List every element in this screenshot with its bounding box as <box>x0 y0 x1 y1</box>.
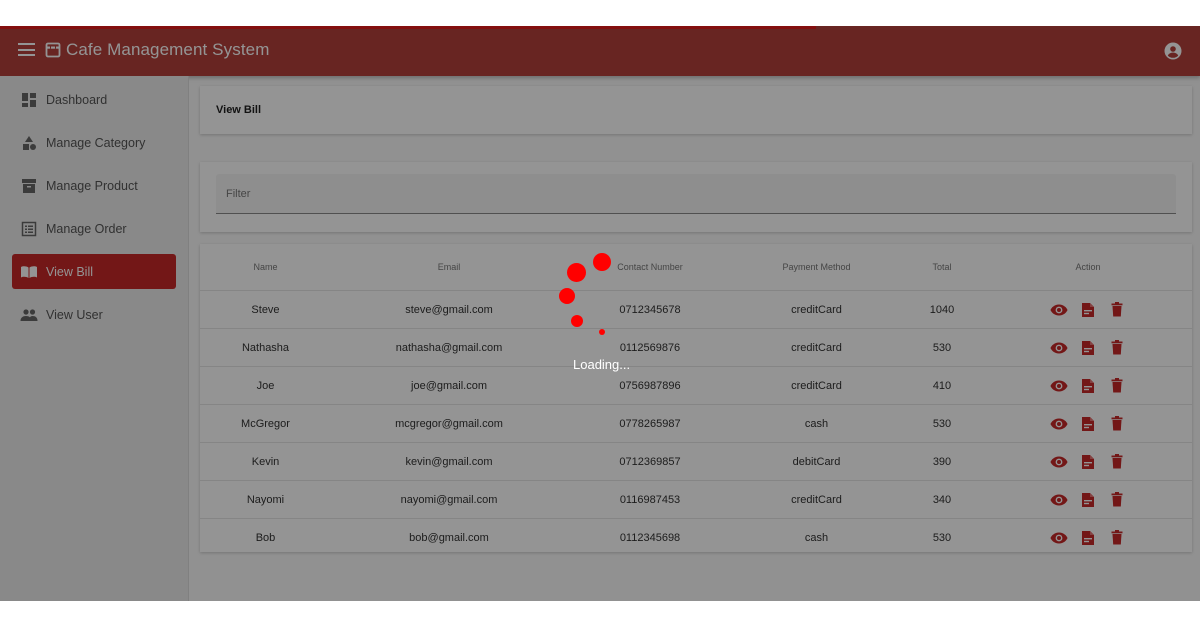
spinner-dot <box>567 263 586 282</box>
spinner-dot <box>559 288 575 304</box>
loading-text: Loading... <box>573 357 631 372</box>
loading-overlay: Loading... <box>0 26 1200 601</box>
app-container: Cafe Management System Dashboard Manage … <box>0 26 1200 601</box>
spinner-dot <box>571 315 583 327</box>
spinner-dot <box>593 253 611 271</box>
spinner-dot <box>599 329 605 335</box>
